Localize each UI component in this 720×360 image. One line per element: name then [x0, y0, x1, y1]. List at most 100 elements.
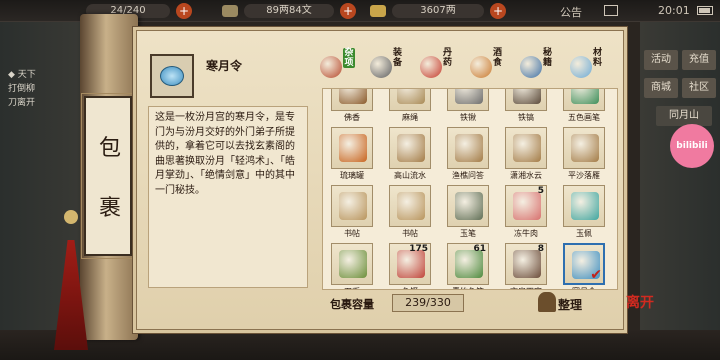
bilibili-badge[interactable]: bilibili [670, 124, 714, 168]
item-slot[interactable] [389, 185, 431, 227]
item-slot[interactable] [447, 89, 489, 111]
item-cell[interactable]: 8 文房四宝 [501, 241, 551, 289]
chat-line: 打倒柳 [8, 84, 36, 94]
item-name: 玉佩 [576, 229, 592, 238]
community-button[interactable]: 社区 [682, 78, 716, 98]
item-cell[interactable]: 佛香 [327, 89, 377, 125]
item-cell[interactable]: 5 冻牛肉 [501, 183, 551, 241]
tab-1[interactable]: 装备 [366, 48, 406, 88]
item-slot[interactable]: 5 [505, 185, 547, 227]
title-char-bottom: 裹 [98, 196, 121, 221]
item-quantity: 175 [409, 244, 428, 254]
leave-button[interactable]: 离开 [622, 296, 658, 336]
item-slot[interactable] [505, 89, 547, 111]
incense-icon [339, 89, 367, 104]
item-grid[interactable]: 佛香 麻绳 铁锹 铁镐 五色画笔琉璃罐 高山流水 渔樵问答 潇湘水云 平沙落雁书帖 书帖 玉笔 5 冻牛… [322, 88, 618, 290]
item-description: 这是一枚汾月宫的寒月令，是专门为与汾月交好的外门弟子所提供的，拿着它可以去找玄素… [155, 112, 295, 196]
tab-label: 秘籍 [543, 48, 553, 68]
item-cell[interactable]: 潇湘水云 [501, 125, 551, 183]
item-name: 青竹鱼竿 [443, 286, 493, 289]
money-bag-icon[interactable] [538, 292, 556, 312]
item-name: 铁镐 [518, 113, 534, 122]
item-slot[interactable]: 175 [389, 243, 431, 285]
item-slot[interactable] [389, 127, 431, 169]
item-name: 高山流水 [394, 171, 426, 180]
shop-button[interactable]: 商城 [644, 78, 678, 98]
item-cell[interactable]: 五色画笔 [559, 89, 609, 125]
item-slot[interactable] [563, 89, 605, 111]
item-name: 渔樵问答 [452, 171, 484, 180]
add-silver-button[interactable]: + [490, 3, 506, 19]
item-cell[interactable]: 书帖 [385, 183, 435, 241]
location-label: 同月山 [656, 106, 712, 126]
item-slot[interactable] [331, 185, 373, 227]
tab-label: 丹药 [443, 48, 453, 68]
tab-4[interactable]: 秘籍 [516, 48, 556, 88]
score-icon [571, 134, 599, 162]
item-cell[interactable]: 铁锹 [443, 89, 493, 125]
add-stamina-button[interactable]: + [176, 3, 192, 19]
bag-icon [320, 56, 342, 78]
sort-button[interactable]: 整理 [558, 296, 582, 313]
score-icon [455, 134, 483, 162]
item-cell[interactable]: 渔樵问答 [443, 125, 493, 183]
item-slot[interactable] [331, 127, 373, 169]
ink-icon [513, 250, 541, 278]
item-cell[interactable]: 平沙落雁 [559, 125, 609, 183]
item-slot[interactable]: 61 [447, 243, 489, 285]
capacity-value: 239/330 [392, 294, 464, 312]
tab-2[interactable]: 丹药 [416, 48, 456, 88]
add-copper-button[interactable]: + [340, 3, 356, 19]
chat-feed[interactable]: ◆ 天下 打倒柳 刀离开 [8, 68, 36, 110]
item-name: 佛香 [344, 113, 360, 122]
tab-5[interactable]: 材料 [566, 48, 606, 88]
jar-icon [470, 56, 492, 78]
pickaxe-icon [513, 89, 541, 104]
item-slot[interactable] [505, 127, 547, 169]
mail-icon[interactable] [604, 5, 618, 16]
item-name: 潇湘水云 [510, 171, 542, 180]
item-cell[interactable]: 175 鱼饵 [385, 241, 435, 289]
item-slot[interactable] [447, 185, 489, 227]
item-slot[interactable] [331, 243, 373, 285]
item-slot[interactable]: ✔ [563, 243, 605, 285]
item-cell[interactable]: 刀币 [327, 241, 377, 289]
notice-button[interactable]: 公告 [560, 4, 582, 20]
meat-icon [513, 192, 541, 220]
item-cell[interactable]: 高山流水 [385, 125, 435, 183]
item-name: 琉璃罐 [340, 171, 364, 180]
tab-label: 酒食 [493, 48, 503, 68]
item-quantity: 8 [537, 244, 544, 254]
item-slot[interactable] [389, 89, 431, 111]
worm-icon [397, 250, 425, 278]
tab-3[interactable]: 酒食 [466, 48, 506, 88]
item-cell[interactable]: 琉璃罐 [327, 125, 377, 183]
item-slot[interactable]: 8 [505, 243, 547, 285]
item-cell[interactable]: 麻绳 [385, 89, 435, 125]
shovel-icon [455, 89, 483, 104]
chat-line: 刀离开 [8, 98, 36, 108]
activity-button[interactable]: 活动 [644, 50, 678, 70]
item-name: 平沙落雁 [568, 171, 600, 180]
recharge-button[interactable]: 充值 [682, 50, 716, 70]
item-slot[interactable] [447, 127, 489, 169]
silver-ingot-icon [370, 5, 386, 17]
tab-label: 材料 [593, 48, 603, 68]
item-cell[interactable]: ✔ 寒月令 [559, 241, 609, 289]
clock-time: 20:01 [658, 4, 690, 17]
item-slot[interactable] [563, 127, 605, 169]
item-cell[interactable]: 铁镐 [501, 89, 551, 125]
item-slot[interactable] [331, 89, 373, 111]
item-cell[interactable]: 玉佩 [559, 183, 609, 241]
item-cell[interactable]: 61 青竹鱼竿 [443, 241, 493, 289]
item-cell[interactable]: 书帖 [327, 183, 377, 241]
copper-coin-icon [222, 5, 238, 17]
tab-label: 杂项 [343, 48, 355, 68]
item-cell[interactable]: 玉笔 [443, 183, 493, 241]
tab-0[interactable]: 杂项 [316, 48, 356, 88]
scroll-icon [339, 192, 367, 220]
jade-bead-ornament [64, 210, 78, 224]
item-slot[interactable] [563, 185, 605, 227]
item-name: 书帖 [344, 229, 360, 238]
item-name: 书帖 [402, 229, 418, 238]
